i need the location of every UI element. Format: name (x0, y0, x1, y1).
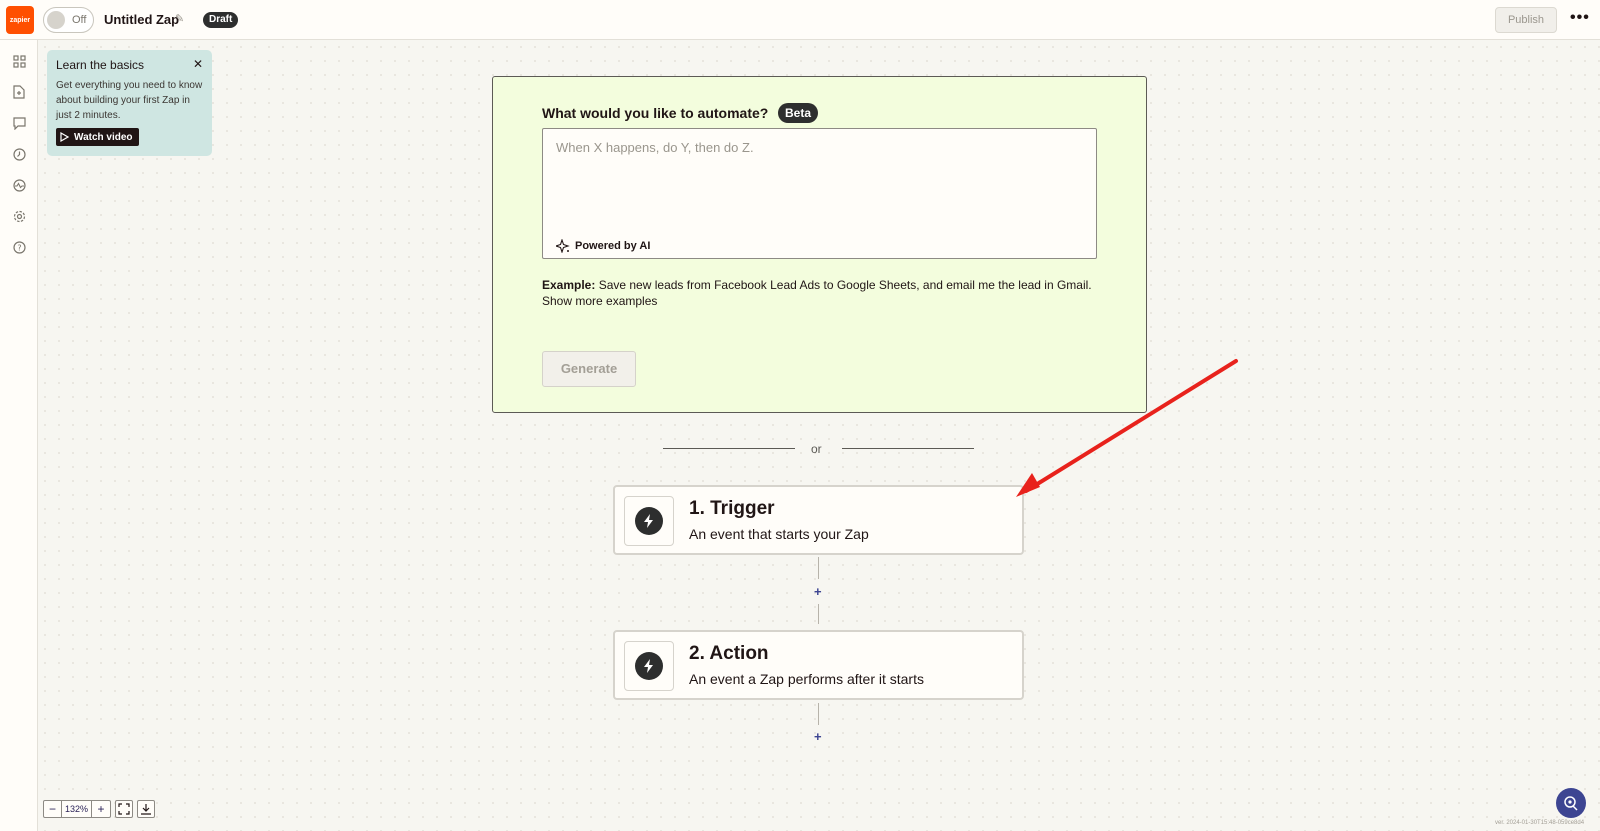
or-divider-left (663, 448, 795, 449)
ai-question: What would you like to automate? (542, 105, 769, 121)
generate-button[interactable]: Generate (542, 351, 636, 387)
zoom-out-button[interactable]: − (44, 801, 62, 817)
toggle-knob (47, 11, 65, 29)
action-step-card[interactable]: 2. Action An event a Zap performs after … (613, 630, 1024, 700)
red-annotation-arrow (1016, 359, 1238, 497)
svg-text:?: ? (17, 243, 21, 252)
support-icon (1564, 796, 1578, 811)
learn-basics-title: Learn the basics (56, 58, 145, 72)
learn-basics-body: Get everything you need to know about bu… (56, 80, 203, 121)
lightning-icon (635, 507, 663, 535)
or-divider-right (842, 448, 974, 449)
add-step-button[interactable]: + (814, 584, 822, 599)
version-text: ver. 2024-01-30T15:48-059ce8d4 (1495, 820, 1585, 826)
comment-icon[interactable] (11, 115, 27, 131)
powered-by-label: Powered by AI (575, 240, 651, 252)
top-bar: zapier Off Untitled Zap ✎ Draft Publish … (0, 0, 1600, 40)
watch-video-button[interactable]: Watch video (56, 128, 139, 146)
toggle-label: Off (72, 14, 87, 26)
trigger-step-subtitle: An event that starts your Zap (689, 526, 869, 542)
example-label: Example: (542, 278, 596, 292)
example-body: Save new leads from Facebook Lead Ads to… (595, 278, 1092, 292)
ai-prompt-placeholder: When X happens, do Y, then do Z. (556, 140, 754, 155)
trigger-step-title: 1. Trigger (689, 498, 775, 519)
download-icon[interactable] (137, 800, 155, 818)
help-icon[interactable]: ? (11, 239, 27, 255)
or-label: or (811, 442, 822, 456)
action-icon-wrap (624, 641, 674, 691)
zoom-level: 132% (62, 801, 92, 817)
connector-line (818, 557, 819, 579)
powered-by-ai: Powered by AI (556, 239, 650, 253)
zoom-in-button[interactable]: + (92, 801, 110, 817)
settings-icon[interactable] (11, 208, 27, 224)
learn-basics-card: Learn the basics ✕ Get everything you ne… (47, 50, 212, 156)
ai-prompt-input[interactable]: When X happens, do Y, then do Z. Powered… (542, 128, 1097, 259)
status-badge: Draft (203, 12, 239, 28)
watch-video-label: Watch video (74, 131, 133, 143)
show-more-examples-link[interactable]: Show more examples (542, 294, 657, 308)
left-sidebar: ? (0, 40, 38, 831)
file-icon[interactable] (11, 84, 27, 100)
trigger-icon-wrap (624, 496, 674, 546)
trigger-step-card[interactable]: 1. Trigger An event that starts your Zap (613, 485, 1024, 555)
connector-line (818, 604, 819, 624)
close-icon[interactable]: ✕ (193, 57, 203, 71)
zap-on-off-toggle[interactable]: Off (43, 7, 94, 33)
fit-to-screen-icon[interactable] (115, 800, 133, 818)
beta-badge: Beta (778, 103, 819, 123)
more-options-icon[interactable]: ••• (1570, 9, 1590, 27)
connector-line (818, 703, 819, 725)
lightning-icon (635, 652, 663, 680)
history-icon[interactable] (11, 146, 27, 162)
apps-icon[interactable] (11, 53, 27, 69)
publish-button[interactable]: Publish (1495, 7, 1557, 33)
support-chat-button[interactable] (1556, 788, 1586, 818)
zap-title[interactable]: Untitled Zap (104, 12, 179, 27)
action-step-subtitle: An event a Zap performs after it starts (689, 671, 924, 687)
zapier-logo[interactable]: zapier (6, 6, 34, 34)
play-icon (60, 132, 69, 142)
example-text: Example: Save new leads from Facebook Le… (542, 276, 1102, 294)
action-step-title: 2. Action (689, 643, 769, 664)
activity-icon[interactable] (11, 177, 27, 193)
add-step-button[interactable]: + (814, 729, 822, 744)
sparkle-icon (556, 239, 570, 253)
zoom-controls: − 132% + (43, 800, 155, 818)
pencil-icon[interactable]: ✎ (175, 12, 184, 25)
zoom-group: − 132% + (43, 800, 111, 818)
